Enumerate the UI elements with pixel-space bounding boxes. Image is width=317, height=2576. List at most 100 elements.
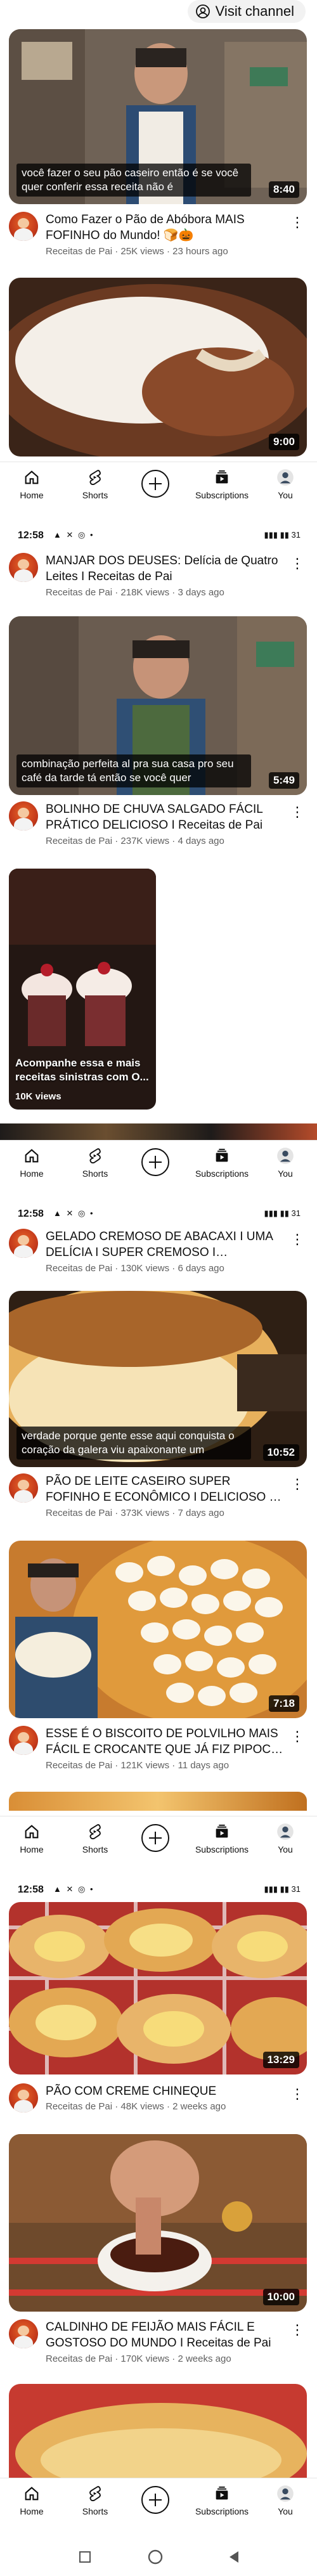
nav-subscriptions[interactable]: Subscriptions: [190, 1147, 254, 1179]
channel-avatar[interactable]: [9, 1473, 38, 1503]
recents-icon[interactable]: [79, 2551, 91, 2563]
nav-subscriptions[interactable]: Subscriptions: [190, 2485, 254, 2516]
channel-avatar[interactable]: [9, 801, 38, 831]
nav-home[interactable]: Home: [0, 1147, 63, 1179]
more-options-icon[interactable]: ⋮: [290, 2323, 304, 2337]
separator: ·: [172, 836, 176, 846]
separator: ·: [172, 587, 176, 598]
section-divider: [0, 1123, 317, 1140]
video-title[interactable]: GELADO CREMOSO DE ABACAXI I UMA DELÍCIA …: [46, 1229, 284, 1260]
video-subtitle: Receitas de Pai · 25K views · 23 hours a…: [46, 246, 284, 257]
video-meta: MANJAR DOS DEUSES: Delícia de Quatro Lei…: [9, 553, 307, 604]
video-title[interactable]: BOLINHO DE CHUVA SALGADO FÁCIL PRÁTICO D…: [46, 801, 284, 833]
create-plus-icon[interactable]: [141, 1148, 169, 1176]
subscriptions-icon: [216, 470, 228, 484]
video-subtitle: Receitas de Pai · 48K views · 2 weeks ag…: [46, 2101, 284, 2112]
status-signal-battery-icons: ▮▮▮ ▮▮ 31: [264, 1208, 301, 1218]
video-thumbnail[interactable]: 9:00: [9, 278, 307, 456]
video-thumbnail[interactable]: [9, 2384, 307, 2478]
video-title[interactable]: ESSE É O BISCOITO DE POLVILHO MAIS FÁCIL…: [46, 1726, 284, 1757]
nav-shorts-label: Shorts: [82, 490, 108, 500]
view-count: 218K views: [120, 587, 170, 598]
channel-avatar[interactable]: [9, 1726, 38, 1755]
shorts-caption: Acompanhe essa e mais receitas sinistras…: [15, 1057, 149, 1083]
view-count: 237K views: [120, 836, 170, 846]
shorts-card[interactable]: Acompanhe essa e mais receitas sinistras…: [9, 869, 156, 1110]
shorts-icon: [89, 1824, 101, 1840]
nav-subscriptions[interactable]: Subscriptions: [190, 1823, 254, 1854]
more-options-icon[interactable]: ⋮: [290, 1730, 304, 1744]
nav-you[interactable]: You: [254, 469, 317, 500]
channel-avatar[interactable]: [9, 553, 38, 582]
top-action-bar: Visit channel: [0, 0, 317, 29]
bottom-nav-bar: Home Shorts Subscriptions You: [0, 1140, 317, 1201]
more-options-icon[interactable]: ⋮: [290, 2087, 304, 2101]
separator: ·: [172, 1760, 176, 1771]
nav-home-label: Home: [20, 1844, 44, 1854]
upload-age: 6 days ago: [178, 1263, 224, 1274]
create-plus-icon[interactable]: [141, 1824, 169, 1852]
separator: ·: [115, 1508, 119, 1518]
nav-subscriptions-label: Subscriptions: [195, 1168, 249, 1179]
nav-shorts[interactable]: Shorts: [63, 1147, 127, 1179]
nav-shorts[interactable]: Shorts: [63, 469, 127, 500]
separator: ·: [172, 2353, 176, 2364]
channel-name: Receitas de Pai: [46, 2101, 113, 2112]
video-title[interactable]: CALDINHO DE FEIJÃO MAIS FÁCIL E GOSTOSO …: [46, 2319, 284, 2351]
view-count: 130K views: [120, 1263, 170, 1274]
account-icon: [195, 4, 210, 18]
nav-home[interactable]: Home: [0, 1823, 63, 1854]
channel-avatar[interactable]: [9, 2319, 38, 2348]
more-options-icon[interactable]: ⋮: [290, 1233, 304, 1246]
channel-avatar[interactable]: [9, 212, 38, 241]
status-time: 12:58: [18, 1208, 44, 1219]
status-notification-icons: ▲ ✕ ◎ •: [53, 1208, 94, 1218]
duration-badge: 13:29: [262, 2052, 299, 2068]
video-meta: PÃO COM CREME CHINEQUE Receitas de Pai ·…: [9, 2083, 307, 2134]
video-title[interactable]: PÃO DE LEITE CASEIRO SUPER FOFINHO E ECO…: [46, 1473, 284, 1505]
create-plus-icon[interactable]: [141, 2486, 169, 2514]
more-options-icon[interactable]: ⋮: [290, 557, 304, 571]
nav-shorts[interactable]: Shorts: [63, 2485, 127, 2516]
you-avatar-icon: [277, 2485, 294, 2502]
video-title[interactable]: PÃO COM CREME CHINEQUE: [46, 2083, 284, 2099]
status-signal-battery-icons: ▮▮▮ ▮▮ 31: [264, 530, 301, 540]
video-thumbnail[interactable]: 7:18: [9, 1541, 307, 1718]
separator: ·: [115, 2101, 119, 2112]
nav-you[interactable]: You: [254, 1147, 317, 1179]
video-thumbnail[interactable]: verdade porque gente esse aqui conquista…: [9, 1291, 307, 1467]
nav-you[interactable]: You: [254, 1823, 317, 1854]
more-options-icon[interactable]: ⋮: [290, 805, 304, 819]
view-count: 48K views: [120, 2101, 164, 2112]
back-icon[interactable]: [230, 2551, 238, 2563]
thumbnail-image: [9, 1902, 307, 2074]
nav-subscriptions[interactable]: Subscriptions: [190, 469, 254, 500]
video-thumbnail[interactable]: você fazer o seu pão caseiro então é se …: [9, 29, 307, 204]
channel-avatar[interactable]: [9, 2083, 38, 2113]
subscriptions-icon: [216, 1148, 228, 1162]
caption-text: verdade porque gente esse aqui conquista…: [16, 1427, 251, 1460]
create-plus-icon[interactable]: [141, 470, 169, 498]
nav-home[interactable]: Home: [0, 469, 63, 500]
upload-age: 2 weeks ago: [172, 2101, 226, 2112]
nav-you[interactable]: You: [254, 2485, 317, 2516]
more-options-icon[interactable]: ⋮: [290, 1477, 304, 1491]
video-title[interactable]: Como Fazer o Pão de Abóbora MAIS FOFINHO…: [46, 212, 284, 243]
duration-badge: 10:00: [262, 2289, 299, 2305]
video-subtitle: Receitas de Pai · 218K views · 3 days ag…: [46, 587, 284, 598]
visit-channel-button[interactable]: Visit channel: [187, 0, 306, 23]
system-navigation-bar: [0, 2538, 317, 2576]
nav-shorts[interactable]: Shorts: [63, 1823, 127, 1854]
video-title[interactable]: MANJAR DOS DEUSES: Delícia de Quatro Lei…: [46, 553, 284, 585]
video-thumbnail[interactable]: 13:29: [9, 1902, 307, 2074]
more-options-icon[interactable]: ⋮: [290, 216, 304, 230]
shorts-icon: [89, 2486, 101, 2502]
channel-avatar[interactable]: [9, 1229, 38, 1258]
visit-channel-label: Visit channel: [215, 3, 294, 19]
thumbnail-image: [9, 278, 307, 456]
video-thumbnail[interactable]: combinação perfeita al pra sua casa pro …: [9, 616, 307, 795]
video-thumbnail[interactable]: 10:00: [9, 2134, 307, 2312]
channel-name: Receitas de Pai: [46, 1263, 113, 1274]
home-circle-icon[interactable]: [148, 2549, 163, 2565]
nav-home[interactable]: Home: [0, 2485, 63, 2516]
